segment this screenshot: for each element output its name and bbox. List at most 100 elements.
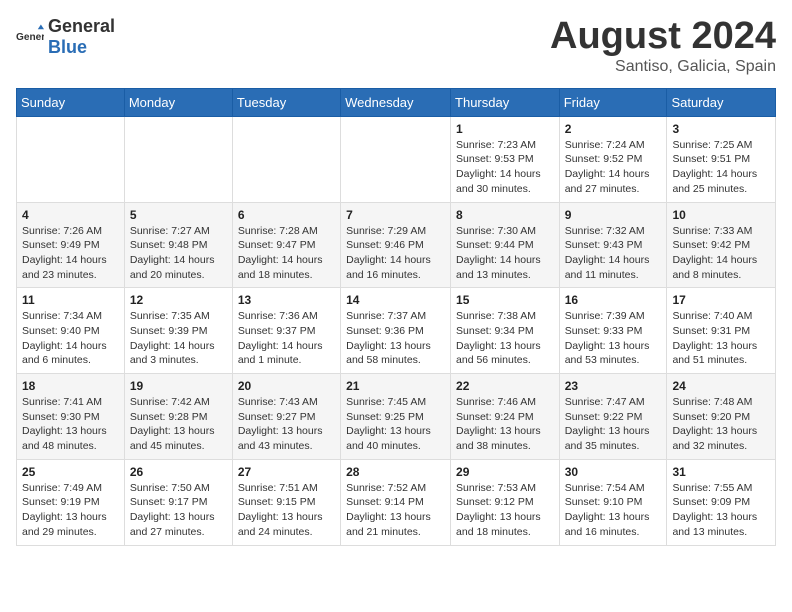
day-number: 14 xyxy=(346,293,445,307)
day-number: 27 xyxy=(238,465,335,479)
day-number: 21 xyxy=(346,379,445,393)
day-content: Sunrise: 7:40 AM Sunset: 9:31 PM Dayligh… xyxy=(672,309,770,368)
day-content: Sunrise: 7:27 AM Sunset: 9:48 PM Dayligh… xyxy=(130,224,227,283)
calendar-cell: 11 Sunrise: 7:34 AM Sunset: 9:40 PM Dayli… xyxy=(17,288,125,374)
calendar-cell: 29Sunrise: 7:53 AM Sunset: 9:12 PM Dayli… xyxy=(451,459,560,545)
calendar-cell: 15 Sunrise: 7:38 AM Sunset: 9:34 PM Dayli… xyxy=(451,288,560,374)
day-number: 28 xyxy=(346,465,445,479)
calendar-cell: 4 Sunrise: 7:26 AM Sunset: 9:49 PM Daylig… xyxy=(17,202,125,288)
day-number: 4 xyxy=(22,208,119,222)
day-number: 12 xyxy=(130,293,227,307)
month-year-title: August 2024 xyxy=(550,16,776,58)
day-content: Sunrise: 7:52 AM Sunset: 9:14 PM Dayligh… xyxy=(346,481,445,540)
day-number: 24 xyxy=(672,379,770,393)
day-number: 30 xyxy=(565,465,662,479)
svg-text:General: General xyxy=(16,32,44,43)
day-content: Sunrise: 7:48 AM Sunset: 9:20 PM Dayligh… xyxy=(672,395,770,454)
calendar-cell: 21Sunrise: 7:45 AM Sunset: 9:25 PM Dayli… xyxy=(341,374,451,460)
calendar-cell: 3 Sunrise: 7:25 AM Sunset: 9:51 PM Daylig… xyxy=(667,116,776,202)
weekday-header-tuesday: Tuesday xyxy=(232,88,340,116)
weekday-header-friday: Friday xyxy=(559,88,667,116)
calendar-cell: 6 Sunrise: 7:28 AM Sunset: 9:47 PM Daylig… xyxy=(232,202,340,288)
day-number: 31 xyxy=(672,465,770,479)
logo-blue: Blue xyxy=(48,37,87,57)
day-content: Sunrise: 7:28 AM Sunset: 9:47 PM Dayligh… xyxy=(238,224,335,283)
day-content: Sunrise: 7:36 AM Sunset: 9:37 PM Dayligh… xyxy=(238,309,335,368)
calendar-cell: 7 Sunrise: 7:29 AM Sunset: 9:46 PM Daylig… xyxy=(341,202,451,288)
day-content: Sunrise: 7:32 AM Sunset: 9:43 PM Dayligh… xyxy=(565,224,662,283)
calendar-cell: 23 Sunrise: 7:47 AM Sunset: 9:22 PM Dayli… xyxy=(559,374,667,460)
weekday-header-monday: Monday xyxy=(124,88,232,116)
calendar-week-2: 4 Sunrise: 7:26 AM Sunset: 9:49 PM Daylig… xyxy=(17,202,776,288)
day-content: Sunrise: 7:55 AM Sunset: 9:09 PM Dayligh… xyxy=(672,481,770,540)
day-number: 25 xyxy=(22,465,119,479)
day-content: Sunrise: 7:23 AM Sunset: 9:53 PM Dayligh… xyxy=(456,138,554,197)
calendar-cell: 12 Sunrise: 7:35 AM Sunset: 9:39 PM Dayli… xyxy=(124,288,232,374)
calendar-cell xyxy=(17,116,125,202)
day-content: Sunrise: 7:29 AM Sunset: 9:46 PM Dayligh… xyxy=(346,224,445,283)
weekday-header-thursday: Thursday xyxy=(451,88,560,116)
day-number: 17 xyxy=(672,293,770,307)
day-content: Sunrise: 7:51 AM Sunset: 9:15 PM Dayligh… xyxy=(238,481,335,540)
day-number: 8 xyxy=(456,208,554,222)
day-number: 20 xyxy=(238,379,335,393)
calendar-cell: 28 Sunrise: 7:52 AM Sunset: 9:14 PM Dayli… xyxy=(341,459,451,545)
calendar-week-4: 18Sunrise: 7:41 AM Sunset: 9:30 PM Dayli… xyxy=(17,374,776,460)
calendar-cell: 16Sunrise: 7:39 AM Sunset: 9:33 PM Dayli… xyxy=(559,288,667,374)
day-content: Sunrise: 7:46 AM Sunset: 9:24 PM Dayligh… xyxy=(456,395,554,454)
calendar-cell: 19Sunrise: 7:42 AM Sunset: 9:28 PM Dayli… xyxy=(124,374,232,460)
page-header: General General Blue August 2024 Santiso… xyxy=(16,16,776,76)
day-number: 23 xyxy=(565,379,662,393)
weekday-header-sunday: Sunday xyxy=(17,88,125,116)
calendar-cell: 10Sunrise: 7:33 AM Sunset: 9:42 PM Dayli… xyxy=(667,202,776,288)
day-content: Sunrise: 7:34 AM Sunset: 9:40 PM Dayligh… xyxy=(22,309,119,368)
day-number: 9 xyxy=(565,208,662,222)
calendar-cell: 25 Sunrise: 7:49 AM Sunset: 9:19 PM Dayli… xyxy=(17,459,125,545)
calendar-cell: 30Sunrise: 7:54 AM Sunset: 9:10 PM Dayli… xyxy=(559,459,667,545)
day-number: 16 xyxy=(565,293,662,307)
day-content: Sunrise: 7:49 AM Sunset: 9:19 PM Dayligh… xyxy=(22,481,119,540)
day-content: Sunrise: 7:41 AM Sunset: 9:30 PM Dayligh… xyxy=(22,395,119,454)
calendar-week-3: 11 Sunrise: 7:34 AM Sunset: 9:40 PM Dayli… xyxy=(17,288,776,374)
day-number: 3 xyxy=(672,122,770,136)
calendar-cell: 22Sunrise: 7:46 AM Sunset: 9:24 PM Dayli… xyxy=(451,374,560,460)
calendar-cell: 14 Sunrise: 7:37 AM Sunset: 9:36 PM Dayli… xyxy=(341,288,451,374)
day-content: Sunrise: 7:26 AM Sunset: 9:49 PM Dayligh… xyxy=(22,224,119,283)
logo: General General Blue xyxy=(16,16,115,58)
calendar-cell: 26Sunrise: 7:50 AM Sunset: 9:17 PM Dayli… xyxy=(124,459,232,545)
day-number: 11 xyxy=(22,293,119,307)
calendar-cell: 1 Sunrise: 7:23 AM Sunset: 9:53 PM Daylig… xyxy=(451,116,560,202)
day-content: Sunrise: 7:42 AM Sunset: 9:28 PM Dayligh… xyxy=(130,395,227,454)
day-content: Sunrise: 7:30 AM Sunset: 9:44 PM Dayligh… xyxy=(456,224,554,283)
calendar-table: SundayMondayTuesdayWednesdayThursdayFrid… xyxy=(16,88,776,546)
calendar-cell: 9 Sunrise: 7:32 AM Sunset: 9:43 PM Daylig… xyxy=(559,202,667,288)
day-number: 1 xyxy=(456,122,554,136)
day-content: Sunrise: 7:43 AM Sunset: 9:27 PM Dayligh… xyxy=(238,395,335,454)
day-number: 15 xyxy=(456,293,554,307)
day-number: 10 xyxy=(672,208,770,222)
day-content: Sunrise: 7:25 AM Sunset: 9:51 PM Dayligh… xyxy=(672,138,770,197)
day-content: Sunrise: 7:35 AM Sunset: 9:39 PM Dayligh… xyxy=(130,309,227,368)
day-number: 29 xyxy=(456,465,554,479)
calendar-cell: 20 Sunrise: 7:43 AM Sunset: 9:27 PM Dayli… xyxy=(232,374,340,460)
day-number: 6 xyxy=(238,208,335,222)
day-number: 7 xyxy=(346,208,445,222)
day-content: Sunrise: 7:37 AM Sunset: 9:36 PM Dayligh… xyxy=(346,309,445,368)
logo-icon: General xyxy=(16,23,44,51)
calendar-cell: 2Sunrise: 7:24 AM Sunset: 9:52 PM Daylig… xyxy=(559,116,667,202)
day-content: Sunrise: 7:50 AM Sunset: 9:17 PM Dayligh… xyxy=(130,481,227,540)
logo-general: General xyxy=(48,16,115,36)
day-number: 2 xyxy=(565,122,662,136)
calendar-cell: 24 Sunrise: 7:48 AM Sunset: 9:20 PM Dayli… xyxy=(667,374,776,460)
calendar-cell: 31 Sunrise: 7:55 AM Sunset: 9:09 PM Dayli… xyxy=(667,459,776,545)
weekday-header-saturday: Saturday xyxy=(667,88,776,116)
weekday-header-wednesday: Wednesday xyxy=(341,88,451,116)
title-block: August 2024 Santiso, Galicia, Spain xyxy=(550,16,776,76)
location-subtitle: Santiso, Galicia, Spain xyxy=(550,58,776,76)
calendar-cell xyxy=(124,116,232,202)
calendar-cell xyxy=(341,116,451,202)
day-content: Sunrise: 7:47 AM Sunset: 9:22 PM Dayligh… xyxy=(565,395,662,454)
day-number: 5 xyxy=(130,208,227,222)
calendar-week-5: 25 Sunrise: 7:49 AM Sunset: 9:19 PM Dayli… xyxy=(17,459,776,545)
day-content: Sunrise: 7:38 AM Sunset: 9:34 PM Dayligh… xyxy=(456,309,554,368)
